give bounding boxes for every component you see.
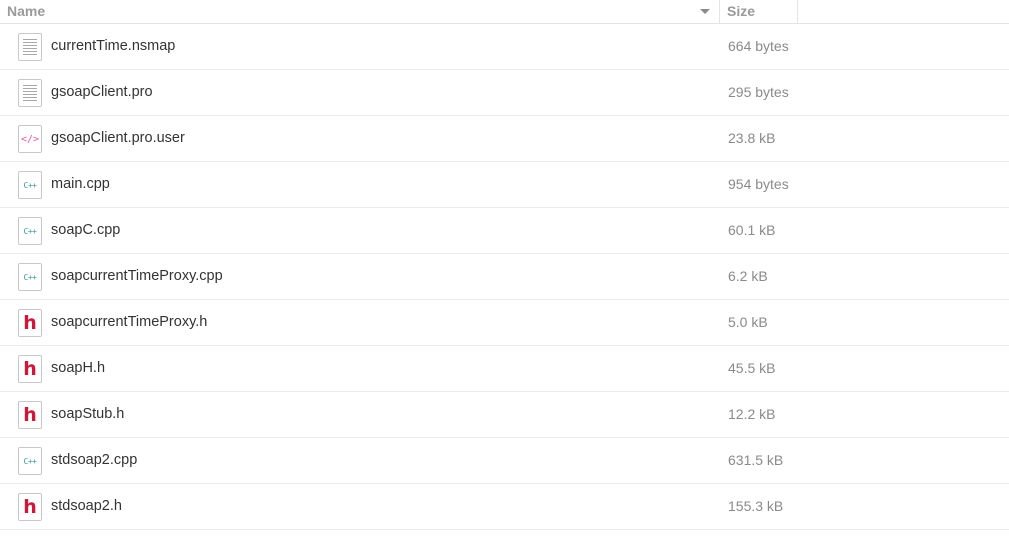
file-name: soapcurrentTimeProxy.h <box>51 314 208 330</box>
cpp-file-icon: C++ <box>18 217 42 245</box>
file-size: 60.1 kB <box>728 222 776 238</box>
file-row[interactable]: C++ main.cpp 954 bytes <box>0 162 1009 208</box>
file-size: 12.2 kB <box>728 406 776 422</box>
cpp-file-icon: C++ <box>18 263 42 291</box>
header-file-icon: h <box>18 355 42 383</box>
file-size: 155.3 kB <box>728 498 784 514</box>
file-name: soapStub.h <box>51 406 125 422</box>
file-name: stdsoap2.h <box>51 498 122 514</box>
sort-descending-icon[interactable] <box>700 9 710 14</box>
file-size: 6.2 kB <box>728 268 768 284</box>
text-file-icon <box>18 33 42 61</box>
file-name: stdsoap2.cpp <box>51 452 138 468</box>
column-header: Name Size <box>0 0 1009 24</box>
file-row[interactable]: currentTime.nsmap 664 bytes <box>0 24 1009 70</box>
size-column-header[interactable]: Size <box>720 0 798 23</box>
file-name: main.cpp <box>51 176 110 192</box>
file-row[interactable]: h soapH.h 45.5 kB <box>0 346 1009 392</box>
file-size: 954 bytes <box>728 176 789 192</box>
file-row[interactable]: gsoapClient.pro 295 bytes <box>0 70 1009 116</box>
header-file-icon: h <box>18 493 42 521</box>
file-size: 5.0 kB <box>728 314 768 330</box>
file-list: currentTime.nsmap 664 bytes gsoapClient.pr… <box>0 24 1009 530</box>
file-size: 295 bytes <box>728 84 789 100</box>
file-row[interactable]: C++ soapC.cpp 60.1 kB <box>0 208 1009 254</box>
file-name: soapH.h <box>51 360 106 376</box>
file-name: currentTime.nsmap <box>51 38 176 54</box>
file-row[interactable]: </> gsoapClient.pro.user 23.8 kB <box>0 116 1009 162</box>
file-row[interactable]: h soapcurrentTimeProxy.h 5.0 kB <box>0 300 1009 346</box>
file-size: 664 bytes <box>728 38 789 54</box>
file-row[interactable]: C++ stdsoap2.cpp 631.5 kB <box>0 438 1009 484</box>
file-name: soapC.cpp <box>51 222 121 238</box>
file-row[interactable]: C++ soapcurrentTimeProxy.cpp 6.2 kB <box>0 254 1009 300</box>
file-name: gsoapClient.pro <box>51 84 153 100</box>
name-column-header[interactable]: Name <box>0 0 720 23</box>
file-row[interactable]: h soapStub.h 12.2 kB <box>0 392 1009 438</box>
cpp-file-icon: C++ <box>18 447 42 475</box>
text-file-icon <box>18 79 42 107</box>
header-file-icon: h <box>18 309 42 337</box>
file-name: soapcurrentTimeProxy.cpp <box>51 268 223 284</box>
header-file-icon: h <box>18 401 42 429</box>
file-row[interactable]: h stdsoap2.h 155.3 kB <box>0 484 1009 530</box>
file-size: 23.8 kB <box>728 130 776 146</box>
xml-file-icon: </> <box>18 125 42 153</box>
cpp-file-icon: C++ <box>18 171 42 199</box>
file-size: 45.5 kB <box>728 360 776 376</box>
file-name: gsoapClient.pro.user <box>51 130 185 146</box>
file-size: 631.5 kB <box>728 452 784 468</box>
